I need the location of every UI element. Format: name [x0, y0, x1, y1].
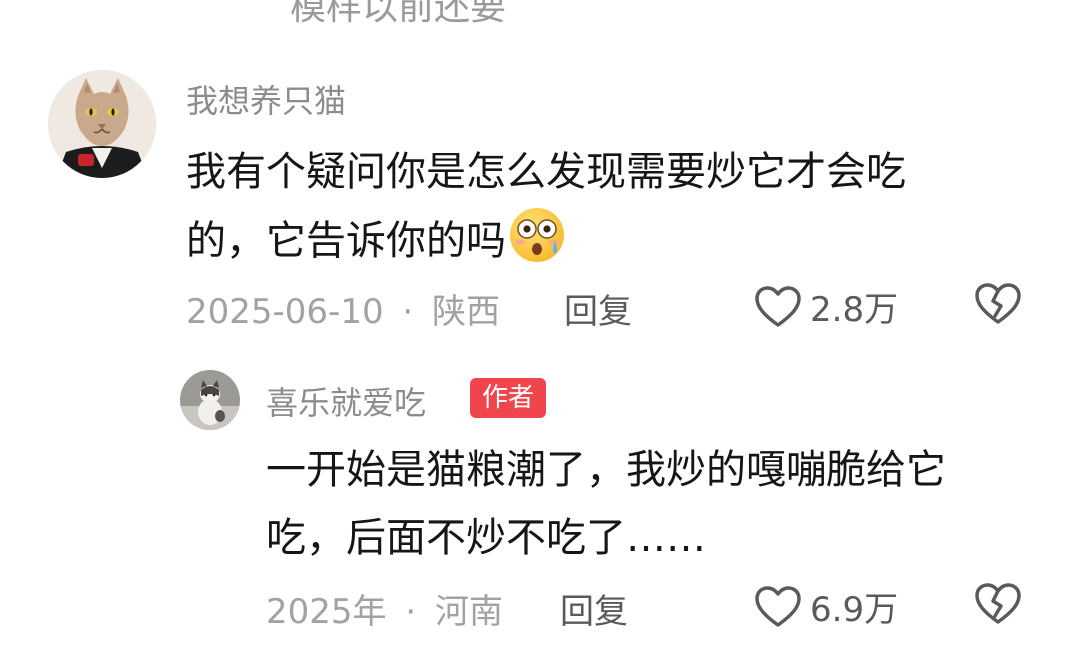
like-button[interactable]: 6.9万: [754, 582, 898, 631]
heart-icon: [755, 285, 801, 327]
broken-heart-icon: [975, 283, 1021, 324]
previous-comment-cutoff-text: 模样以前还要: [290, 0, 507, 28]
like-count: 2.8万: [810, 290, 899, 330]
comment-text-line-2: 的，它告诉你的吗: [186, 206, 1006, 285]
broken-heart-icon: [975, 583, 1021, 624]
comment-text: 一开始是猫粮潮了，我炒的嘎嘣脆给它 吃，后面不炒不吃了……: [266, 436, 1046, 572]
meta-separator: ·: [402, 292, 414, 332]
comment-date: 2025年: [266, 592, 387, 632]
comment-username[interactable]: 喜乐就爱吃: [266, 378, 426, 424]
dislike-button[interactable]: [974, 582, 1022, 626]
astonished-emoji-icon: [508, 206, 566, 285]
comment-text-line: 我有个疑问你是怎么发现需要炒它才会吃: [186, 149, 906, 195]
like-count: 6.9万: [810, 590, 899, 630]
avatar[interactable]: [180, 370, 240, 430]
comment-location: 河南: [434, 592, 503, 632]
cat-photo-avatar-icon: [180, 370, 240, 430]
reply-button[interactable]: 回复: [560, 584, 628, 633]
comment-text-line-2: 吃，后面不炒不吃了……: [266, 515, 706, 561]
reply-button[interactable]: 回复: [564, 284, 632, 333]
comment-meta: 2025年 · 河南: [266, 584, 503, 633]
like-button[interactable]: 2.8万: [754, 282, 898, 331]
comment-text: 我有个疑问你是怎么发现需要炒它才会吃 的，它告诉你的吗: [186, 138, 1006, 285]
comment-username[interactable]: 我想养只猫: [186, 76, 346, 122]
heart-icon: [755, 585, 801, 627]
comment-text-line: 一开始是猫粮潮了，我炒的嘎嘣脆给它: [266, 447, 946, 493]
cat-gentleman-avatar-icon: [48, 70, 156, 178]
meta-separator: ·: [405, 592, 417, 632]
comment-meta: 2025-06-10 · 陕西: [186, 284, 500, 333]
dislike-button[interactable]: [974, 282, 1022, 326]
comment-text-line-2-text: 的，它告诉你的吗: [186, 218, 506, 264]
comment-location: 陕西: [432, 292, 501, 332]
avatar[interactable]: [48, 70, 156, 178]
comment-date: 2025-06-10: [186, 292, 384, 332]
author-badge: 作者: [470, 378, 547, 418]
